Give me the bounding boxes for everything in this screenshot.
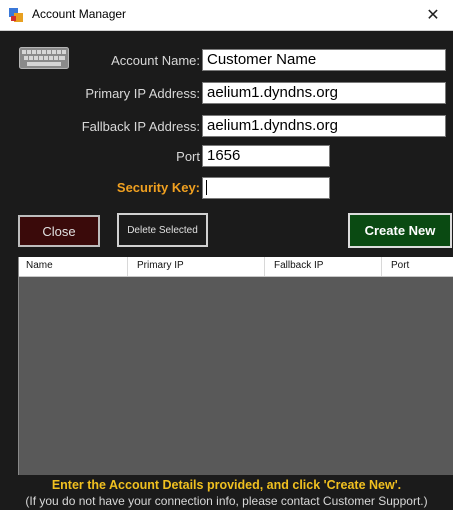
- primary-ip-field[interactable]: aelium1.dyndns.org: [202, 82, 446, 104]
- support-note-text: (If you do not have your connection info…: [25, 494, 428, 508]
- delete-selected-button[interactable]: Delete Selected: [117, 213, 208, 247]
- column-header-primary-ip[interactable]: Primary IP: [137, 260, 184, 271]
- close-window-icon[interactable]: ✕: [413, 0, 453, 30]
- column-divider[interactable]: [127, 257, 128, 276]
- column-header-port[interactable]: Port: [391, 260, 409, 271]
- column-header-name[interactable]: Name: [26, 260, 53, 271]
- app-icon: [9, 8, 23, 22]
- port-field[interactable]: 1656: [202, 145, 330, 167]
- fallback-ip-label: Fallback IP Address:: [81, 119, 200, 134]
- security-key-field[interactable]: [202, 177, 330, 199]
- create-new-button[interactable]: Create New: [348, 213, 452, 248]
- window-title: Account Manager: [32, 7, 127, 21]
- close-button[interactable]: Close: [18, 215, 100, 247]
- primary-ip-label: Primary IP Address:: [85, 86, 200, 101]
- account-name-field[interactable]: Customer Name: [202, 49, 446, 71]
- account-manager-window: Account Manager ✕ Account Name: Customer…: [0, 0, 453, 510]
- port-label: Port: [176, 149, 200, 164]
- instructions-text: Enter the Account Details provided, and …: [51, 478, 402, 492]
- title-bar[interactable]: Account Manager ✕: [0, 0, 453, 31]
- text-cursor: [206, 180, 207, 195]
- account-name-label: Account Name:: [111, 53, 200, 68]
- accounts-table[interactable]: Name Primary IP Fallback IP Port: [18, 257, 453, 475]
- column-divider[interactable]: [381, 257, 382, 276]
- column-header-fallback-ip[interactable]: Fallback IP: [274, 260, 323, 271]
- security-key-label: Security Key:: [116, 180, 200, 195]
- fallback-ip-field[interactable]: aelium1.dyndns.org: [202, 115, 446, 137]
- column-divider[interactable]: [264, 257, 265, 276]
- table-header: Name Primary IP Fallback IP Port: [19, 257, 453, 277]
